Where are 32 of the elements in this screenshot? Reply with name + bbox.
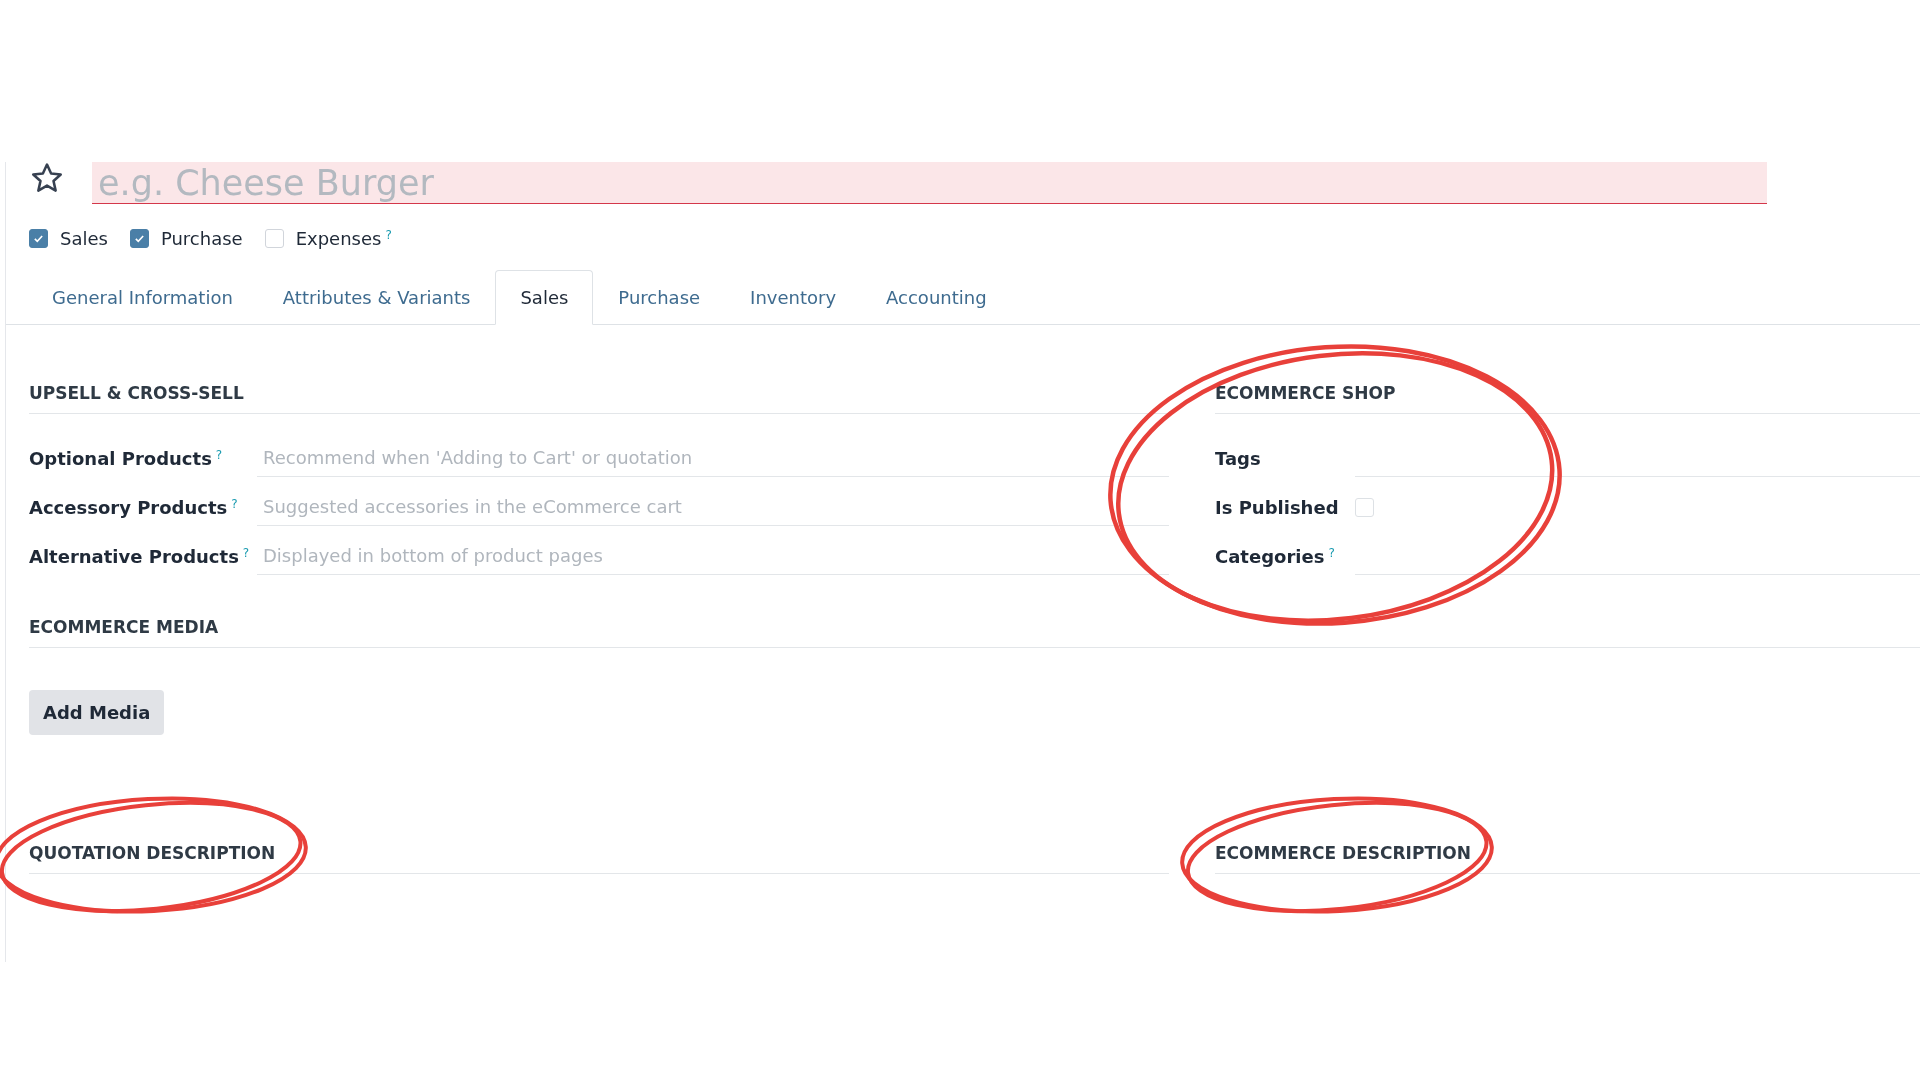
checkbox[interactable] xyxy=(129,229,149,248)
field-label: Accessory Products xyxy=(29,497,228,518)
section-heading: QUOTATION DESCRIPTION xyxy=(29,843,1169,874)
option-label: Sales xyxy=(60,228,108,249)
option-label: Expenses xyxy=(295,228,382,249)
product-field[interactable]: Suggested accessories in the eCommerce cart xyxy=(257,488,1169,526)
add-media-button[interactable]: Add Media xyxy=(29,690,165,735)
product-field[interactable]: Displayed in bottom of product pages xyxy=(257,537,1169,575)
tab[interactable]: Sales xyxy=(495,270,594,325)
tab[interactable]: Accounting xyxy=(861,270,1012,325)
field-label: Optional Products xyxy=(29,448,212,469)
option-label: Purchase xyxy=(160,228,243,249)
tab[interactable]: Inventory xyxy=(725,270,862,325)
section-heading: UPSELL & CROSS-SELL xyxy=(29,383,1169,414)
product-name-field[interactable]: e.g. Cheese Burger xyxy=(92,162,1767,204)
tab[interactable]: Purchase xyxy=(593,270,726,325)
tab[interactable]: General Information xyxy=(27,270,258,325)
help-mark[interactable]: ? xyxy=(1328,546,1335,560)
field-label: Categories xyxy=(1215,546,1325,567)
help-mark[interactable]: ? xyxy=(231,497,238,511)
field-label: Alternative Products xyxy=(29,546,239,567)
field-label: Tags xyxy=(1215,448,1261,469)
section-heading: ECOMMERCE MEDIA xyxy=(29,617,1920,648)
product-field[interactable]: Recommend when 'Adding to Cart' or quotation xyxy=(257,439,1169,477)
section-heading: ECOMMERCE DESCRIPTION xyxy=(1215,843,1920,874)
help-mark[interactable]: ? xyxy=(385,228,392,242)
help-mark[interactable]: ? xyxy=(242,546,250,560)
help-mark[interactable]: ? xyxy=(215,448,223,462)
section-heading: ECOMMERCE SHOP xyxy=(1215,383,1920,414)
tab[interactable]: Attributes & Variants xyxy=(257,270,496,325)
checkbox[interactable] xyxy=(29,229,48,248)
field-label: Is Published xyxy=(1215,497,1339,518)
